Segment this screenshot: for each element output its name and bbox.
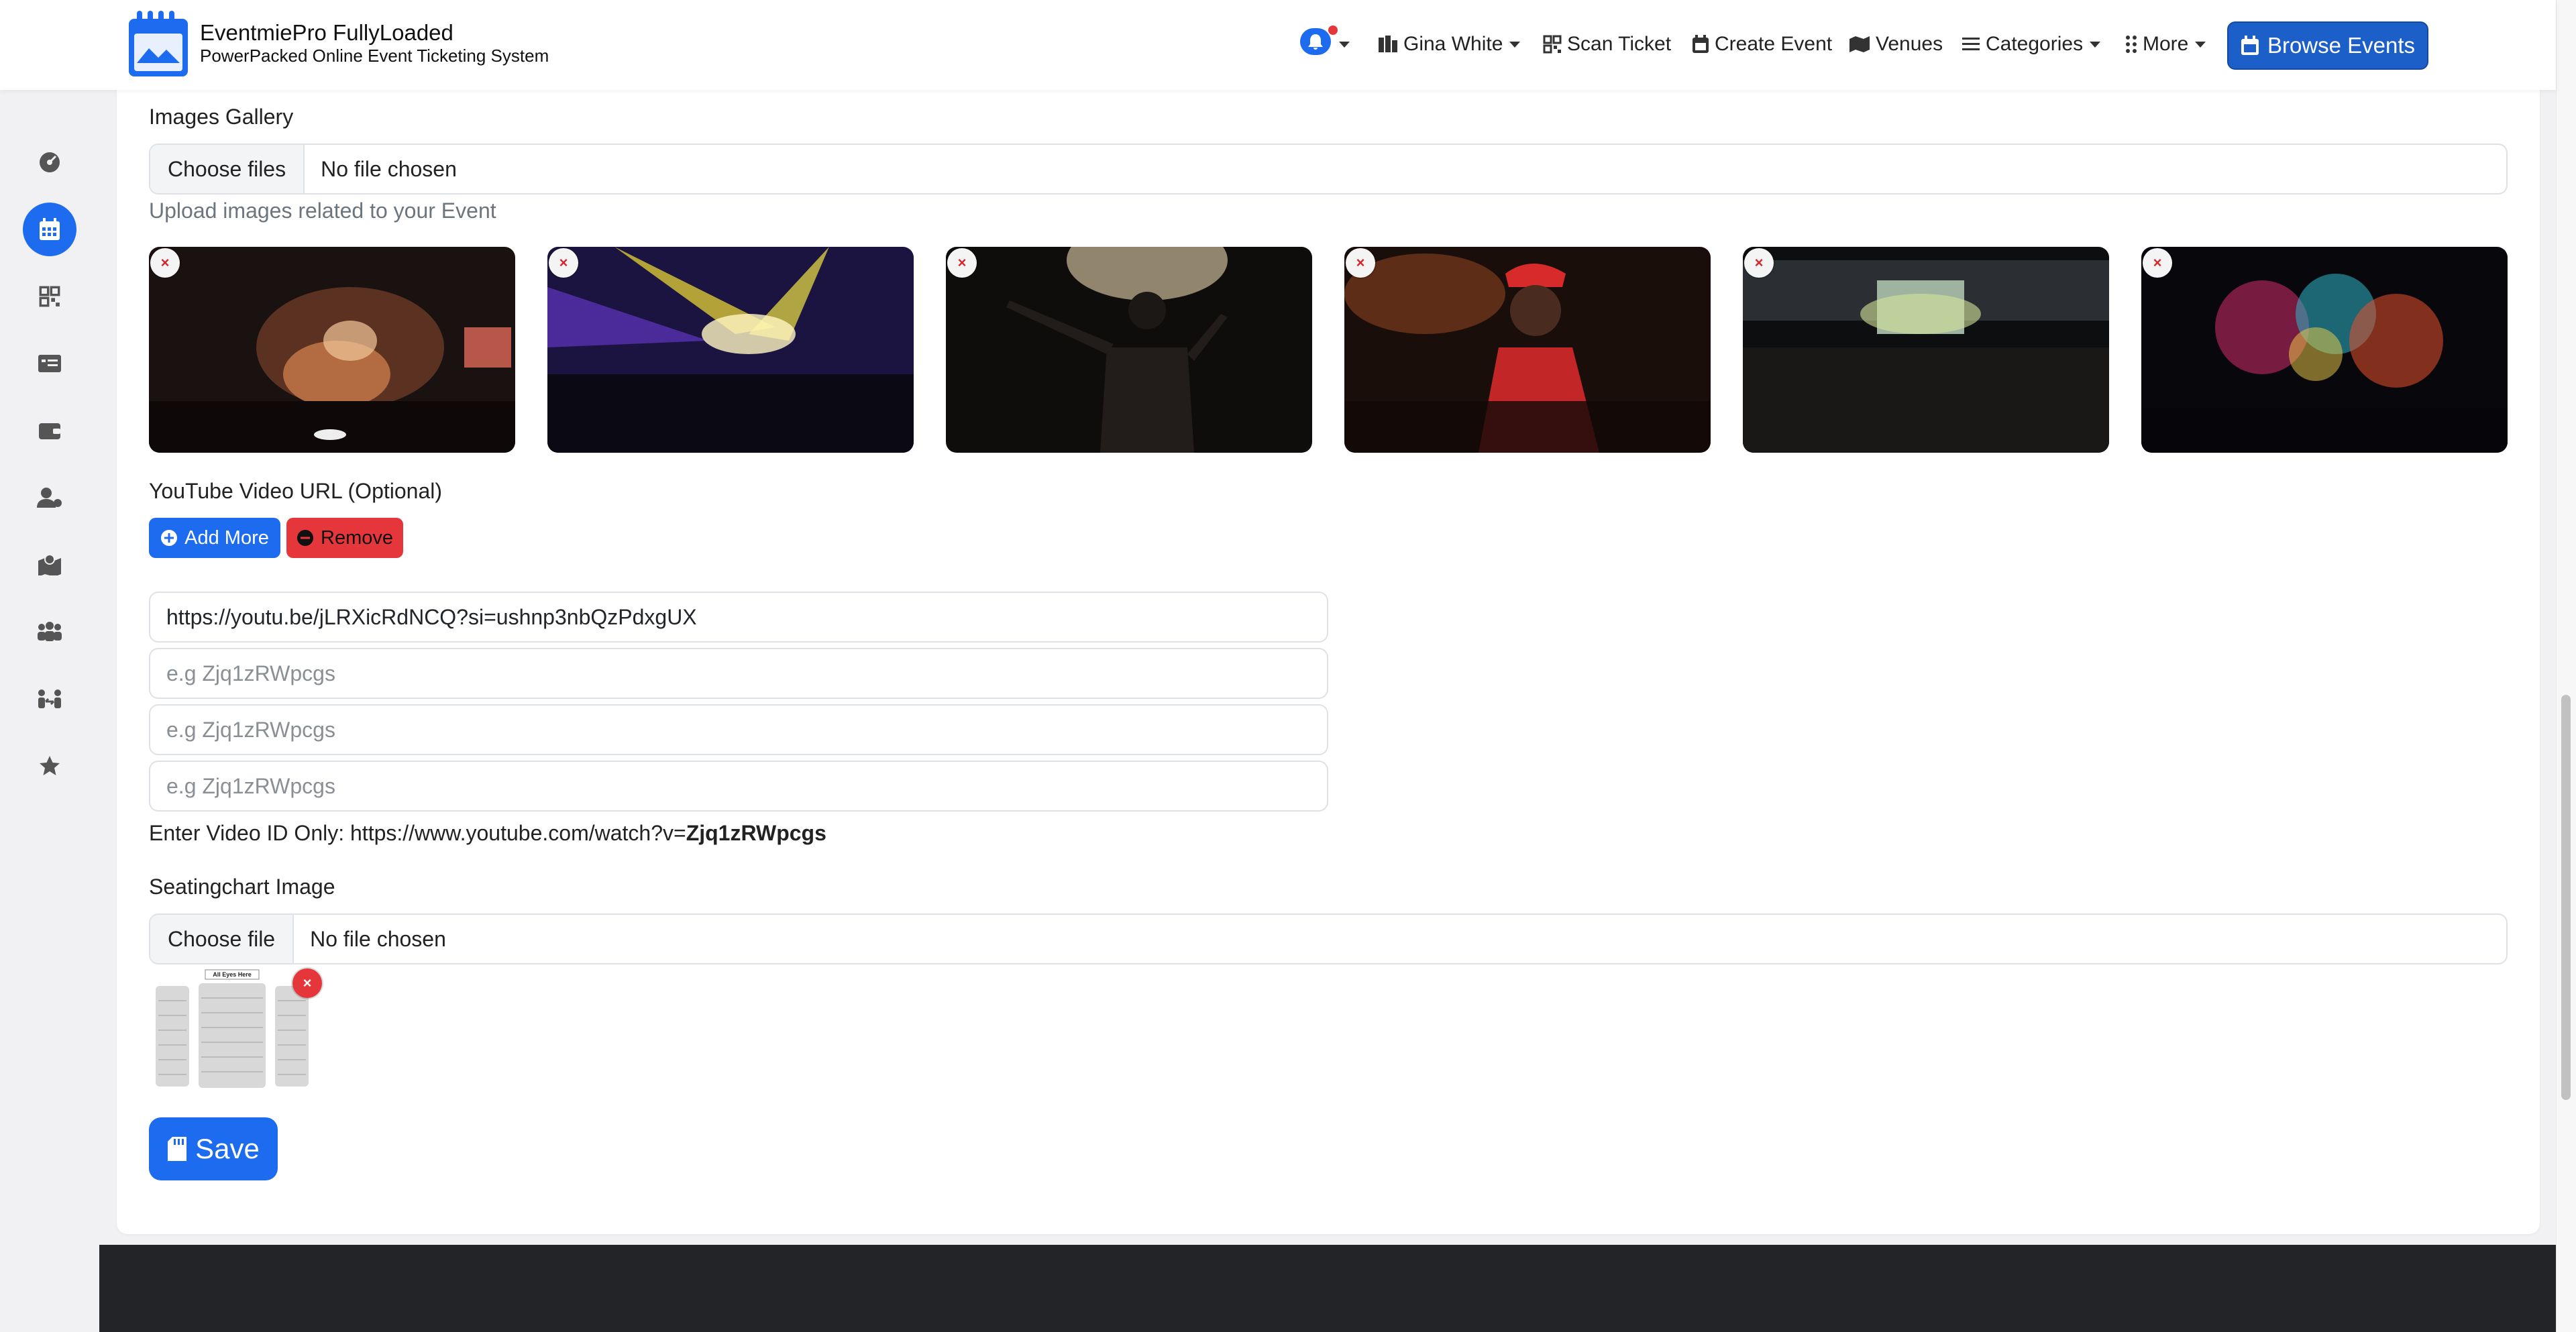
brand-subtitle: PowerPacked Online Event Ticketing Syste… bbox=[200, 46, 549, 66]
gauge-icon bbox=[40, 152, 60, 172]
user-badge-icon bbox=[1379, 36, 1397, 52]
nav-categories[interactable]: Categories bbox=[1962, 25, 2102, 63]
user-gear-icon bbox=[37, 488, 62, 508]
map-icon bbox=[1849, 36, 1870, 52]
youtube-url-input-1[interactable]: https://youtu.be/jLRXicRdNCQ?si=ushnp3nb… bbox=[149, 592, 1328, 643]
calendar-plus-icon bbox=[1693, 35, 1709, 53]
scrollbar-thumb[interactable] bbox=[2561, 695, 2571, 1100]
seatingchart-file-input[interactable]: Choose file No file chosen bbox=[149, 913, 2508, 964]
gallery-image-1 bbox=[149, 247, 515, 453]
youtube-url-input-3[interactable]: e.g Zjq1zRWpcgs bbox=[149, 704, 1328, 755]
video-id-hint-prefix: Enter Video ID Only: https://www.youtube… bbox=[149, 821, 686, 845]
seatingchart-label: Seatingchart Image bbox=[149, 875, 335, 899]
sd-card-icon bbox=[168, 1137, 187, 1161]
wallet-icon bbox=[39, 423, 60, 439]
caret-down-icon bbox=[2195, 42, 2206, 48]
star-icon bbox=[40, 756, 60, 775]
qr-icon bbox=[39, 286, 60, 307]
app-logo[interactable] bbox=[127, 9, 189, 78]
gallery-image-2 bbox=[547, 247, 914, 453]
top-header: EventmiePro FullyLoaded PowerPacked Onli… bbox=[0, 0, 2556, 90]
gallery-file-input[interactable]: Choose files No file chosen bbox=[149, 144, 2508, 195]
notifications-button[interactable] bbox=[1300, 28, 1331, 55]
calendar-icon bbox=[40, 218, 60, 240]
sidebar-item-scanner[interactable] bbox=[23, 270, 76, 323]
save-button[interactable]: Save bbox=[149, 1117, 278, 1180]
nav-create-event-label: Create Event bbox=[1715, 33, 1833, 55]
menu-lines-icon bbox=[1962, 38, 1980, 50]
add-more-button[interactable]: Add More bbox=[149, 518, 280, 558]
sidebar-item-users[interactable] bbox=[23, 471, 76, 524]
browse-events-label: Browse Events bbox=[2267, 33, 2416, 58]
gallery-remove-button-3[interactable]: × bbox=[947, 248, 977, 278]
seatingchart-remove-button[interactable]: × bbox=[292, 968, 322, 998]
gallery-image-6 bbox=[2141, 247, 2508, 453]
page-footer bbox=[99, 1245, 2556, 1332]
gallery-file-status: No file chosen bbox=[321, 156, 457, 181]
gallery-remove-button-4[interactable]: × bbox=[1346, 248, 1375, 278]
user-name: Gina White bbox=[1403, 33, 1503, 55]
qr-icon bbox=[1543, 35, 1562, 54]
youtube-url-input-4[interactable]: e.g Zjq1zRWpcgs bbox=[149, 761, 1328, 812]
caret-down-icon bbox=[2090, 42, 2101, 48]
gallery-image-5 bbox=[1743, 247, 2109, 453]
map-location-icon bbox=[38, 554, 61, 575]
id-card-icon bbox=[38, 355, 61, 372]
remove-button[interactable]: Remove bbox=[286, 518, 403, 558]
sidebar-item-attendees[interactable] bbox=[23, 672, 76, 726]
nav-more[interactable]: More bbox=[2125, 25, 2207, 63]
grip-icon bbox=[2126, 36, 2137, 53]
nav-create-event[interactable]: Create Event bbox=[1692, 25, 1832, 63]
caret-down-icon bbox=[1339, 42, 1350, 48]
user-menu[interactable]: Gina White bbox=[1378, 25, 1521, 63]
gallery-remove-button-5[interactable]: × bbox=[1744, 248, 1774, 278]
gallery-choose-button[interactable]: Choose files bbox=[150, 145, 305, 193]
video-id-hint: Enter Video ID Only: https://www.youtube… bbox=[149, 821, 826, 846]
nav-scan-ticket[interactable]: Scan Ticket bbox=[1543, 25, 1671, 63]
people-group-icon bbox=[38, 622, 62, 641]
sidebar-item-dashboard[interactable] bbox=[23, 135, 76, 189]
nav-more-label: More bbox=[2143, 33, 2189, 55]
caret-down-icon bbox=[1509, 42, 1521, 48]
plus-circle-icon bbox=[161, 530, 178, 546]
seatingchart-file-status: No file chosen bbox=[310, 926, 446, 951]
sidebar-item-wallet[interactable] bbox=[23, 404, 76, 457]
youtube-label: YouTube Video URL (Optional) bbox=[149, 479, 443, 503]
notifications-caret[interactable] bbox=[1338, 25, 1351, 63]
gallery-image-4 bbox=[1344, 247, 1711, 453]
seatingchart-thumbnail bbox=[152, 967, 313, 1092]
save-label: Save bbox=[195, 1133, 260, 1164]
sidebar-item-reviews[interactable] bbox=[23, 739, 76, 793]
seatingchart-choose-button[interactable]: Choose file bbox=[150, 915, 294, 963]
sidebar-item-organisers[interactable] bbox=[23, 605, 76, 659]
calendar-icon bbox=[2241, 36, 2259, 55]
sidebar-item-bookings[interactable] bbox=[23, 337, 76, 390]
gallery-remove-button-2[interactable]: × bbox=[549, 248, 578, 278]
nav-categories-label: Categories bbox=[1986, 33, 2084, 55]
nav-venues[interactable]: Venues bbox=[1849, 25, 1943, 63]
sidebar-item-venues[interactable] bbox=[23, 538, 76, 592]
seatingchart-thumb-caption: All Eyes Here bbox=[213, 971, 252, 978]
remove-label: Remove bbox=[321, 526, 393, 549]
brand-title: EventmiePro FullyLoaded bbox=[200, 20, 453, 45]
gallery-help-text: Upload images related to your Event bbox=[149, 199, 496, 223]
notification-dot bbox=[1328, 25, 1338, 35]
browse-events-button[interactable]: Browse Events bbox=[2227, 21, 2428, 70]
scrollbar-track[interactable] bbox=[2556, 0, 2576, 1332]
gallery-remove-button-1[interactable]: × bbox=[150, 248, 180, 278]
minus-circle-icon bbox=[297, 530, 313, 546]
youtube-url-input-2[interactable]: e.g Zjq1zRWpcgs bbox=[149, 648, 1328, 699]
sidebar-item-events[interactable] bbox=[23, 203, 76, 256]
gallery-label: Images Gallery bbox=[149, 105, 294, 129]
gallery-remove-button-6[interactable]: × bbox=[2143, 248, 2172, 278]
gallery-image-3 bbox=[946, 247, 1312, 453]
people-arrows-icon bbox=[38, 689, 61, 708]
bell-icon bbox=[1308, 34, 1323, 50]
video-id-example: Zjq1zRWpcgs bbox=[686, 821, 826, 845]
add-more-label: Add More bbox=[184, 526, 269, 549]
sidebar bbox=[0, 90, 99, 1332]
nav-scan-ticket-label: Scan Ticket bbox=[1567, 33, 1672, 55]
nav-venues-label: Venues bbox=[1876, 33, 1943, 55]
